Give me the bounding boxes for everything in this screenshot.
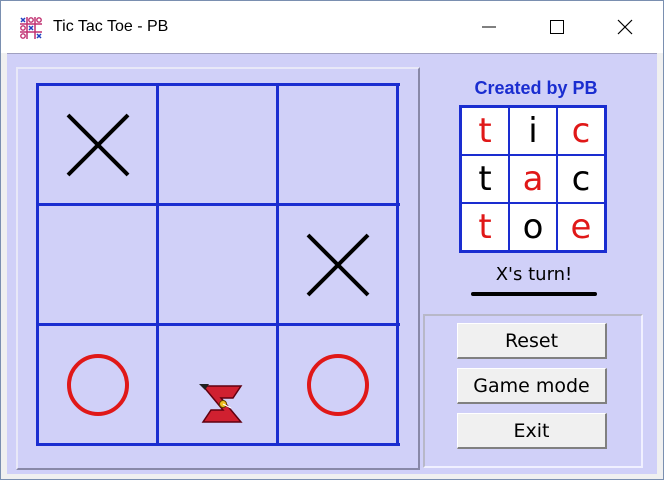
grid-line-left (36, 83, 39, 446)
minimize-icon (482, 26, 496, 28)
z-logo-cursor-icon (199, 384, 243, 423)
board-cell-7[interactable] (38, 325, 158, 445)
exit-button[interactable]: Exit (457, 413, 607, 449)
board-cell-9[interactable] (278, 325, 398, 445)
board-cell-1[interactable] (38, 85, 158, 205)
maximize-button[interactable] (523, 1, 591, 53)
game-mode-button[interactable]: Game mode (457, 368, 607, 404)
board-cell-5[interactable] (158, 205, 278, 325)
close-icon (617, 19, 633, 35)
grid-line-top (36, 83, 400, 86)
title-bar[interactable]: Tic Tac Toe - PB (1, 1, 663, 53)
grid-line-v1 (156, 83, 159, 446)
o-mark-icon (307, 354, 369, 416)
board-cell-6[interactable] (278, 205, 398, 325)
close-button[interactable] (591, 1, 659, 53)
created-by-label: Created by PB (474, 78, 598, 98)
tic-tac-toe-app-icon (19, 16, 43, 40)
maximize-icon (550, 20, 564, 34)
window-title: Tic Tac Toe - PB (53, 18, 169, 35)
board-cell-2[interactable] (158, 85, 278, 205)
board-cell-4[interactable] (38, 205, 158, 325)
logo-letter: t (462, 108, 508, 154)
app-window: Tic Tac Toe - PB Created by PB t i c t a… (0, 0, 664, 480)
grid-line-v2 (276, 83, 279, 446)
grid-line-right (396, 83, 399, 446)
minimize-button[interactable] (455, 1, 523, 53)
x-mark-icon (306, 233, 370, 297)
logo-letter: a (510, 156, 556, 202)
grid-line-bottom (36, 443, 400, 446)
logo-letter: t (462, 156, 508, 202)
logo-letter: c (558, 156, 604, 202)
board-cell-3[interactable] (278, 85, 398, 205)
logo-letter: o (510, 204, 556, 250)
turn-underline (471, 292, 597, 296)
tic-tac-toe-logo: t i c t a c t o e (459, 105, 607, 253)
client-area: Created by PB t i c t a c t o e X's turn… (7, 53, 657, 474)
turn-status: X's turn! (495, 264, 573, 285)
grid-line-h1 (36, 203, 400, 206)
o-mark-icon (67, 354, 129, 416)
logo-letter: c (558, 108, 604, 154)
logo-letter: t (462, 204, 508, 250)
reset-button[interactable]: Reset (457, 323, 607, 359)
x-mark-icon (66, 113, 130, 177)
logo-letter: e (558, 204, 604, 250)
grid-line-h2 (36, 323, 400, 326)
logo-letter: i (510, 108, 556, 154)
